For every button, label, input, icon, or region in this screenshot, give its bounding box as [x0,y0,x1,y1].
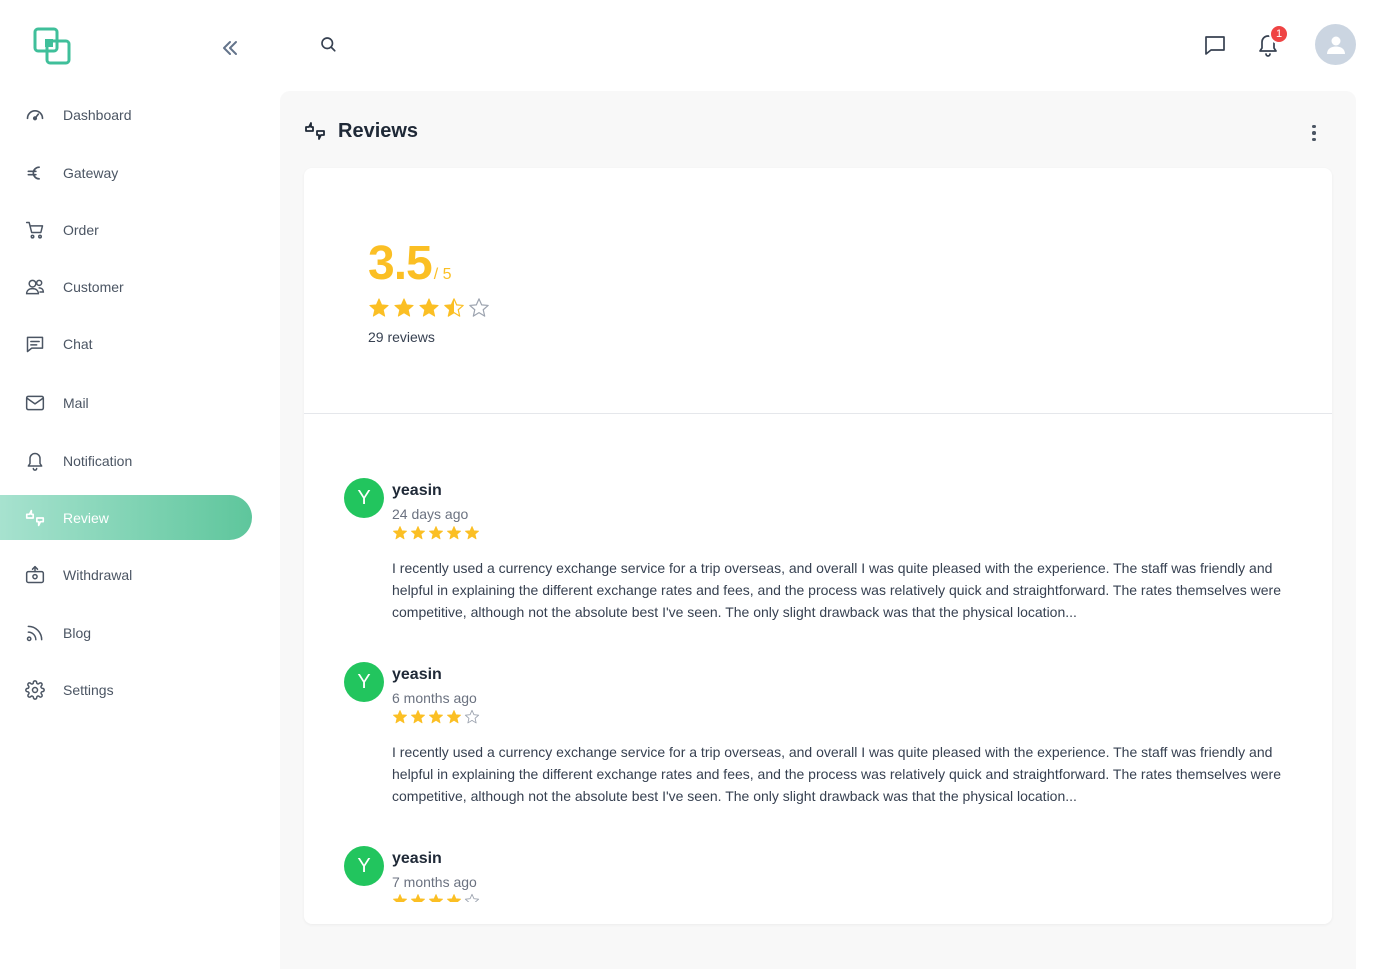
rating-summary: 3.5 / 5 29 reviews [368,236,490,345]
star-filled-icon [429,710,443,724]
cart-icon [24,219,46,241]
sidebar-item-label: Order [63,221,99,238]
sidebar-item-gateway[interactable]: Gateway [0,150,252,195]
blog-icon [24,622,46,644]
reviewer-avatar: Y [344,846,384,886]
star-filled-icon [411,710,425,724]
chat-icon [24,333,46,355]
withdrawal-icon [24,564,46,586]
collapse-sidebar-icon[interactable] [218,36,242,60]
gear-icon [24,679,46,701]
star-half-icon [444,298,464,317]
sidebar-item-label: Dashboard [63,106,132,123]
sidebar-item-mail[interactable]: Mail [0,380,252,425]
sidebar-item-label: Review [63,509,109,526]
review-time: 24 days ago [392,506,469,522]
review-stars [392,525,480,541]
sidebar-item-label: Customer [63,278,124,295]
mail-icon [24,392,46,414]
reviewer-avatar: Y [344,478,384,518]
sidebar-item-withdrawal[interactable]: Withdrawal [0,552,252,597]
notification-badge: 1 [1269,24,1289,44]
euro-icon [24,162,46,184]
star-filled-icon [394,298,414,317]
dashboard-icon [24,104,46,126]
sidebar-item-notification[interactable]: Notification [0,438,252,483]
reviewer-avatar: Y [344,662,384,702]
reviewer-name: yeasin [392,666,442,683]
user-avatar[interactable] [1315,24,1356,65]
average-rating: 3.5 [368,237,433,290]
logo-icon[interactable] [33,27,71,65]
review-time: 7 months ago [392,874,477,890]
star-filled-icon [429,894,443,902]
sidebar: Dashboard Gateway Order Customer Chat Ma… [0,0,280,969]
sidebar-item-label: Withdrawal [63,566,133,583]
sidebar-item-label: Gateway [63,164,119,181]
reviews-card: 3.5 / 5 29 reviews Y yeasin 24 days ago … [304,168,1332,924]
star-filled-icon [393,526,407,540]
review-icon [303,119,327,143]
more-options-icon[interactable] [1304,123,1324,143]
star-empty-icon [464,709,480,724]
sidebar-item-label: Notification [63,452,133,469]
main-content: Reviews 3.5 / 5 29 reviews Y yeasin 24 d… [280,91,1356,969]
review-stars [392,709,480,725]
star-filled-icon [393,710,407,724]
rating-max: / 5 [433,266,452,283]
review-text: I recently used a currency exchange serv… [392,560,1281,620]
user-icon [1326,36,1345,54]
review-time: 6 months ago [392,690,477,706]
search-icon[interactable] [319,35,339,55]
page-header: Reviews [303,119,418,143]
review-icon [24,507,46,529]
sidebar-item-chat[interactable]: Chat [0,321,252,366]
star-filled-icon [369,298,389,317]
summary-stars [368,297,490,319]
star-filled-icon [465,526,479,540]
divider [304,413,1332,414]
topbar: 1 [280,0,1396,90]
star-filled-icon [447,526,461,540]
users-icon [24,276,46,298]
star-filled-icon [429,526,443,540]
reviewer-name: yeasin [392,482,442,499]
star-empty-icon [464,893,480,902]
sidebar-item-settings[interactable]: Settings [0,667,252,712]
sidebar-item-blog[interactable]: Blog [0,610,252,655]
page-title: Reviews [338,119,419,142]
sidebar-item-order[interactable]: Order [0,207,252,252]
review-list: Y yeasin 24 days ago I recently used a c… [344,478,1294,902]
star-filled-icon [393,894,407,902]
sidebar-item-label: Blog [63,624,92,641]
star-filled-icon [411,526,425,540]
sidebar-item-label: Chat [63,335,93,352]
sidebar-item-review[interactable]: Review [0,495,252,540]
sidebar-item-label: Settings [63,681,114,698]
review-stars [392,893,480,902]
review-text: I recently used a currency exchange serv… [392,744,1281,804]
star-filled-icon [419,298,439,317]
sidebar-item-dashboard[interactable]: Dashboard [0,92,252,137]
messages-icon[interactable] [1203,33,1229,57]
star-empty-icon [469,298,489,317]
sidebar-item-customer[interactable]: Customer [0,264,252,309]
sidebar-item-label: Mail [63,394,89,411]
star-filled-icon [447,710,461,724]
star-filled-icon [447,894,461,902]
reviewer-name: yeasin [392,850,442,867]
review-count: 29 reviews [368,329,435,345]
star-filled-icon [411,894,425,902]
bell-icon [24,450,46,472]
